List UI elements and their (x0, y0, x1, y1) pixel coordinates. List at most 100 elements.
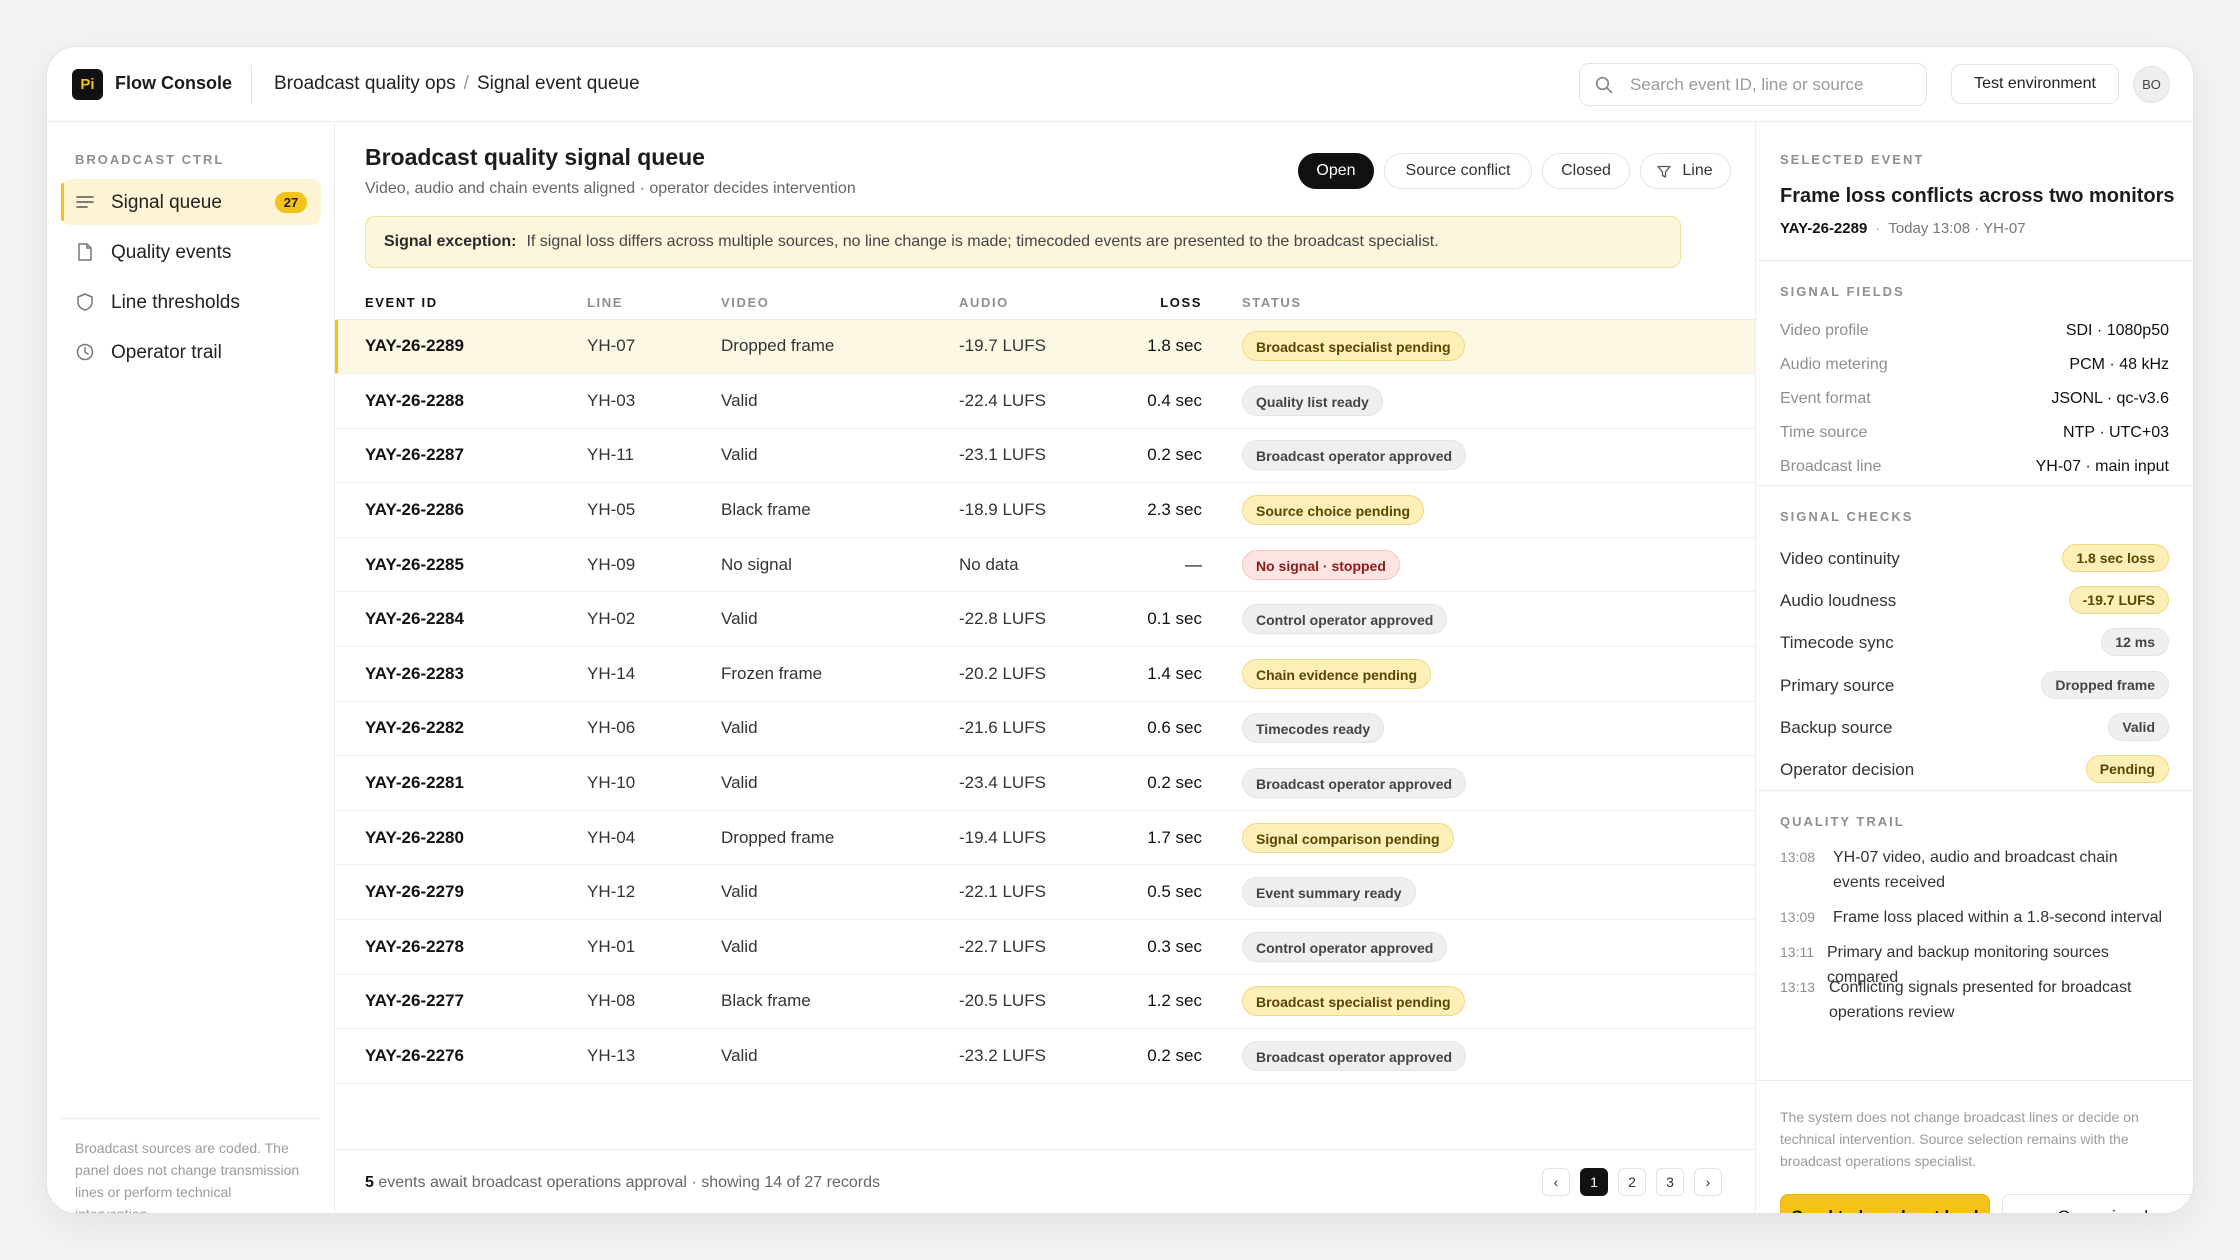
event-id-cell: YAY-26-2286 (335, 482, 587, 538)
table-row[interactable]: YAY-26-2277 YH-08 Black frame -20.5 LUFS 1.2… (335, 974, 1755, 1030)
table-row[interactable]: YAY-26-2284 YH-02 Valid -22.8 LUFS 0.1 sec Co… (335, 591, 1755, 648)
line-cell: YH-04 (587, 810, 721, 866)
loss-cell: 1.4 sec (1099, 646, 1202, 702)
status-badge: Control operator approved (1242, 931, 1448, 962)
pagination-page-2[interactable]: 2 (1618, 1168, 1646, 1196)
send-to-broadcast-lead-button[interactable]: Send to broadcast lead (1780, 1194, 1990, 1213)
video-cell: No signal (721, 537, 959, 593)
audio-cell: -23.4 LUFS (959, 755, 1099, 811)
video-cell: Valid (721, 373, 959, 429)
avatar[interactable]: BO (2133, 66, 2170, 103)
table-row[interactable]: YAY-26-2281 YH-10 Valid -23.4 LUFS 0.2 sec Br… (335, 755, 1755, 811)
sidebar-divider (61, 1118, 320, 1119)
video-cell: Valid (721, 701, 959, 757)
detail-divider (1756, 1080, 2193, 1081)
event-id-cell: YAY-26-2287 (335, 428, 587, 484)
table-row[interactable]: YAY-26-2289 YH-07 Dropped frame -19.7 LUFS 1… (335, 319, 1755, 375)
sidebar-note: Broadcast sources are coded. The panel d… (75, 1140, 300, 1214)
filter-icon (1657, 165, 1671, 178)
video-cell: Frozen frame (721, 646, 959, 702)
signal-field-row: Event format JSONL · qc-v3.6 (1780, 390, 2169, 412)
trail-time: 13:08 (1780, 849, 1816, 865)
signal-check-row: Backup source Valid (1780, 712, 2169, 743)
quality-trail-label: QUALITY TRAIL (1780, 814, 1905, 829)
status-cell: Timecodes ready (1202, 701, 1755, 757)
signal-check-row: Video continuity 1.8 sec loss (1780, 544, 2169, 574)
table-row[interactable]: YAY-26-2285 YH-09 No signal No data — No sign… (335, 537, 1755, 593)
table-row[interactable]: YAY-26-2287 YH-11 Valid -23.1 LUFS 0.2 sec Br… (335, 428, 1755, 484)
loss-cell: 0.4 sec (1099, 373, 1202, 429)
sidebar-item-line-thresholds[interactable]: Line thresholds (61, 279, 321, 325)
line-cell: YH-12 (587, 864, 721, 921)
detail-timestamp: Today 13:08 · YH-07 (1888, 220, 2026, 237)
status-badge: Signal comparison pending (1242, 822, 1454, 853)
filter-open[interactable]: Open (1298, 153, 1374, 189)
sidebar-item-signal-queue[interactable]: Signal queue 27 (61, 179, 321, 225)
event-id-cell: YAY-26-2283 (335, 646, 587, 702)
detail-meta: YAY-26-2289 · Today 13:08 · YH-07 (1780, 220, 2026, 237)
status-cell: Broadcast specialist pending (1202, 974, 1755, 1030)
line-cell: YH-14 (587, 646, 721, 702)
top-bar: Pi Flow Console Broadcast quality ops / Si… (47, 47, 2193, 122)
filter-line[interactable]: Line (1640, 153, 1731, 189)
breadcrumb-item-ops[interactable]: Broadcast quality ops (274, 73, 456, 94)
app-window: Pi Flow Console Broadcast quality ops / Si… (46, 46, 2194, 1214)
column-header-event-id[interactable]: EVENT ID (335, 287, 587, 320)
list-icon (76, 196, 94, 208)
pagination-page-3[interactable]: 3 (1656, 1168, 1684, 1196)
video-cell: Valid (721, 428, 959, 484)
trail-message: Conflicting signals presented for broadc… (1829, 979, 2132, 1021)
line-cell: YH-03 (587, 373, 721, 429)
search-input[interactable] (1630, 74, 1910, 96)
video-cell: Valid (721, 755, 959, 811)
filter-closed[interactable]: Closed (1542, 153, 1630, 189)
pagination-page-1[interactable]: 1 (1580, 1168, 1608, 1196)
sidebar-item-operator-trail[interactable]: Operator trail (61, 329, 321, 375)
table-row[interactable]: YAY-26-2276 YH-13 Valid -23.2 LUFS 0.2 sec Br… (335, 1028, 1755, 1084)
event-id-cell: YAY-26-2282 (335, 701, 587, 757)
breadcrumb: Broadcast quality ops / Signal event queue (274, 73, 640, 95)
open-signals-button[interactable]: Open signals (2002, 1194, 2193, 1213)
check-label: Timecode sync (1780, 633, 1894, 653)
table-row[interactable]: YAY-26-2283 YH-14 Frozen frame -20.2 LUFS 1.… (335, 646, 1755, 702)
table-row[interactable]: YAY-26-2288 YH-03 Valid -22.4 LUFS 0.4 sec Qu… (335, 373, 1755, 429)
sidebar-section-title: BROADCAST CTRL (75, 152, 225, 167)
status-badge: No signal · stopped (1242, 549, 1400, 580)
line-cell: YH-05 (587, 482, 721, 538)
filter-source-conflict[interactable]: Source conflict (1384, 153, 1532, 189)
shield-icon (77, 293, 93, 311)
sidebar-item-label: Operator trail (111, 342, 222, 363)
sidebar-item-quality-events[interactable]: Quality events (61, 229, 321, 275)
audio-cell: -22.4 LUFS (959, 373, 1099, 429)
environment-button[interactable]: Test environment (1951, 64, 2119, 104)
column-header-audio[interactable]: AUDIO (959, 287, 1099, 320)
pagination-prev-button[interactable]: ‹ (1542, 1168, 1570, 1196)
column-header-loss[interactable]: LOSS (1099, 287, 1202, 320)
table-row[interactable]: YAY-26-2280 YH-04 Dropped frame -19.4 LUFS 1… (335, 810, 1755, 866)
sidebar-item-label: Signal queue (111, 192, 222, 213)
signal-field-row: Video profile SDI · 1080p50 (1780, 322, 2169, 344)
column-header-line[interactable]: LINE (587, 287, 721, 320)
video-cell: Valid (721, 591, 959, 648)
table-row[interactable]: YAY-26-2279 YH-12 Valid -22.1 LUFS 0.5 sec Ev… (335, 864, 1755, 921)
sidebar-item-label: Quality events (111, 242, 232, 263)
table-row[interactable]: YAY-26-2286 YH-05 Black frame -18.9 LUFS 2.3… (335, 482, 1755, 538)
sidebar-item-label: Line thresholds (111, 292, 240, 313)
event-id-cell: YAY-26-2276 (335, 1028, 587, 1084)
status-cell: Signal comparison pending (1202, 810, 1755, 866)
table-row[interactable]: YAY-26-2282 YH-06 Valid -21.6 LUFS 0.6 sec Ti… (335, 701, 1755, 757)
status-cell: Source choice pending (1202, 482, 1755, 538)
column-header-video[interactable]: VIDEO (721, 287, 959, 320)
column-header-status[interactable]: STATUS (1202, 287, 1755, 320)
trail-item: 13:08 YH-07 video, audio and broadcast ch… (1780, 845, 2169, 895)
page-title: Broadcast quality signal queue (365, 144, 705, 170)
table-footer: 5 events await broadcast operations appr… (335, 1149, 1755, 1213)
pagination-next-button[interactable]: › (1694, 1168, 1722, 1196)
audio-cell: -22.1 LUFS (959, 864, 1099, 921)
detail-panel: SELECTED EVENT Frame loss conflicts acro… (1755, 122, 2193, 1213)
line-cell: YH-02 (587, 591, 721, 648)
search-box[interactable] (1579, 63, 1927, 106)
notice-label: Signal exception: (384, 233, 517, 250)
loss-cell: 2.3 sec (1099, 482, 1202, 538)
table-row[interactable]: YAY-26-2278 YH-01 Valid -22.7 LUFS 0.3 sec Co… (335, 919, 1755, 975)
